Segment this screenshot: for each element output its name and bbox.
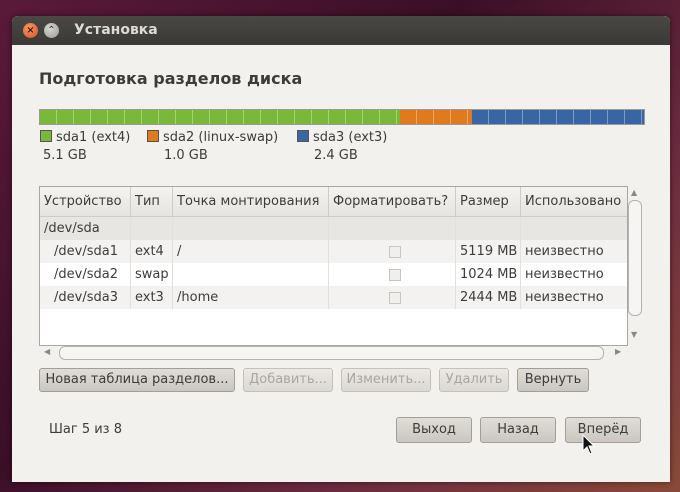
maximize-icon[interactable]: ⌃ <box>44 23 59 38</box>
cell-mount: /home <box>173 286 329 309</box>
add-button[interactable]: Добавить... <box>243 368 333 392</box>
cell-type: ext4 <box>131 240 173 263</box>
cell-mount: / <box>173 240 329 263</box>
vertical-scrollbar[interactable]: ▲ ▼ <box>626 186 643 344</box>
table-row-group[interactable]: /dev/sda <box>40 217 627 240</box>
cell-size: 1024 MB <box>456 263 521 286</box>
legend-size: 2.4 GB <box>314 148 358 163</box>
legend-swatch-sda2 <box>147 130 159 142</box>
delete-button[interactable]: Удалить <box>439 368 509 392</box>
table-header: Устройство Тип Точка монтирования Формат… <box>40 187 627 217</box>
title-bar: × ⌃ Установка <box>12 16 670 45</box>
cell-format <box>329 286 456 309</box>
mouse-cursor-icon <box>582 434 596 455</box>
partition-segment-1 <box>40 110 400 124</box>
change-button[interactable]: Изменить... <box>341 368 431 392</box>
column-header-device[interactable]: Устройство <box>40 187 131 216</box>
cell-used: неизвестно <box>525 267 604 282</box>
table-row[interactable]: /dev/sda3 ext3 /home 2444 MB неизвестно <box>40 286 627 309</box>
cell-type: ext3 <box>131 286 173 309</box>
legend-label: sda3 (ext3) <box>313 130 388 145</box>
partition-table: Устройство Тип Точка монтирования Формат… <box>39 186 628 346</box>
cell-device: /dev/sda <box>40 217 131 240</box>
horizontal-scroll-thumb[interactable] <box>59 346 604 360</box>
new-partition-table-button[interactable]: Новая таблица разделов... <box>39 368 235 392</box>
legend-item-sda3: sda3 (ext3) 2.4 GB <box>297 130 387 163</box>
format-checkbox[interactable] <box>389 292 401 304</box>
cell-device: /dev/sda2 <box>40 263 131 286</box>
format-checkbox[interactable] <box>389 269 401 281</box>
legend-label: sda1 (ext4) <box>56 130 131 145</box>
partition-bar <box>39 109 645 125</box>
quit-button[interactable]: Выход <box>396 417 472 443</box>
back-button[interactable]: Назад <box>480 417 556 443</box>
legend-swatch-sda1 <box>40 130 52 142</box>
page-title: Подготовка разделов диска <box>39 69 303 88</box>
format-checkbox[interactable] <box>389 246 401 258</box>
legend-size: 1.0 GB <box>164 148 208 163</box>
vertical-scroll-thumb[interactable] <box>628 200 642 316</box>
cell-device: /dev/sda1 <box>40 240 131 263</box>
step-indicator: Шаг 5 из 8 <box>49 422 122 437</box>
cell-mount <box>173 263 329 286</box>
window-title: Установка <box>74 22 158 38</box>
horizontal-scrollbar[interactable]: ◀ ▶ <box>39 346 626 360</box>
cell-size: 5119 MB <box>456 240 521 263</box>
forward-button[interactable]: Вперёд <box>565 417 641 443</box>
scroll-right-icon[interactable]: ▶ <box>615 347 621 356</box>
scroll-down-icon[interactable]: ▼ <box>631 330 637 339</box>
cell-device: /dev/sda3 <box>40 286 131 309</box>
cell-used: неизвестно <box>525 244 604 259</box>
column-header-format[interactable]: Форматировать? <box>329 187 456 216</box>
legend-label: sda2 (linux-swap) <box>163 130 279 145</box>
scroll-up-icon[interactable]: ▲ <box>631 188 637 197</box>
legend-item-sda2: sda2 (linux-swap) 1.0 GB <box>147 130 278 163</box>
cell-format <box>329 263 456 286</box>
table-row[interactable]: /dev/sda1 ext4 / 5119 MB неизвестно <box>40 240 627 263</box>
legend-item-sda1: sda1 (ext4) 5.1 GB <box>40 130 130 163</box>
cell-type: swap <box>131 263 173 286</box>
partition-segment-3 <box>471 110 644 124</box>
legend-size: 5.1 GB <box>43 148 87 163</box>
cell-used: неизвестно <box>525 290 604 305</box>
partition-segment-2 <box>399 110 472 124</box>
column-header-size[interactable]: Размер <box>456 187 521 216</box>
legend-swatch-sda3 <box>297 130 309 142</box>
cell-size: 2444 MB <box>456 286 521 309</box>
installer-window: × ⌃ Установка Подготовка разделов диска … <box>12 16 670 482</box>
column-header-mount[interactable]: Точка монтирования <box>173 187 329 216</box>
cell-format <box>329 240 456 263</box>
column-header-type[interactable]: Тип <box>131 187 173 216</box>
revert-button[interactable]: Вернуть <box>517 368 589 392</box>
close-icon[interactable]: × <box>23 23 38 38</box>
column-header-used[interactable]: Использовано <box>521 187 627 216</box>
table-row[interactable]: /dev/sda2 swap 1024 MB неизвестно <box>40 263 627 286</box>
scroll-left-icon[interactable]: ◀ <box>44 347 50 356</box>
